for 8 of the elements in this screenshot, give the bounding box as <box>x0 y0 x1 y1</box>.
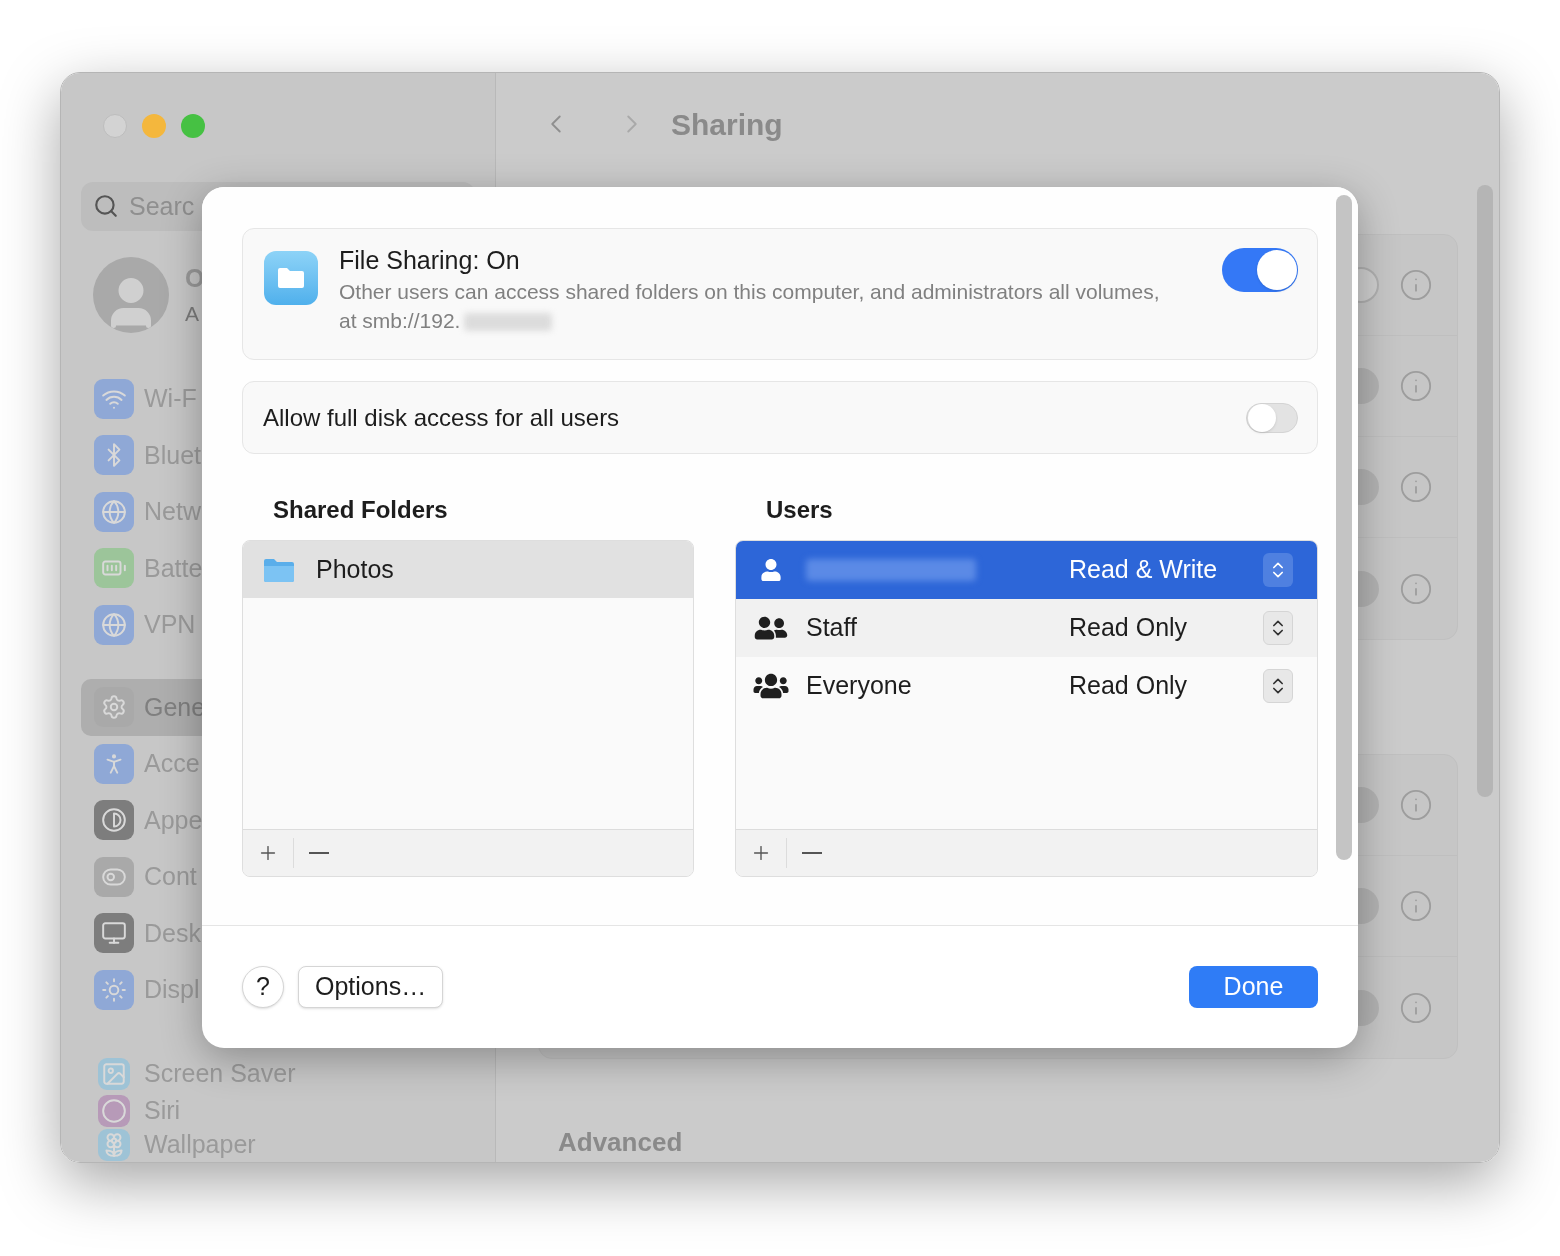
section-heading: Advanced <box>558 1126 684 1159</box>
file-sharing-title: File Sharing: On <box>339 245 521 275</box>
page-title: Sharing <box>671 106 783 143</box>
setting-label: Allow full disk access for all users <box>263 402 620 433</box>
section-heading: Users <box>765 495 834 525</box>
file-sharing-description: Other users can access shared folders on this computer, and administrators all volumes, at smb://192. <box>339 279 1161 334</box>
section-heading: Shared Folders <box>272 495 449 525</box>
account-subtitle: A <box>185 300 200 327</box>
